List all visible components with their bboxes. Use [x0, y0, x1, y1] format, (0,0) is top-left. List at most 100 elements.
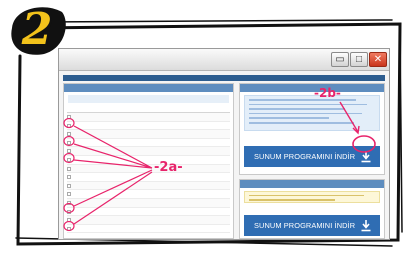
row-checkbox[interactable] [67, 147, 75, 155]
row-title [85, 113, 176, 121]
presentation-list-panel [63, 83, 234, 239]
row-number [75, 225, 85, 233]
row-number [75, 122, 85, 130]
row-title [85, 139, 176, 147]
row-title [85, 216, 176, 224]
table-row[interactable] [67, 122, 230, 131]
row-download-link[interactable] [212, 139, 230, 147]
row-checkbox[interactable] [67, 190, 75, 198]
annotation-2b: -2b- [314, 86, 341, 100]
annotation-2a: -2a- [154, 160, 183, 175]
row-type [176, 147, 212, 155]
panel-header [64, 84, 233, 92]
maximize-icon[interactable]: □ [350, 52, 368, 67]
row-download-link[interactable] [212, 113, 230, 121]
row-checkbox[interactable] [67, 182, 75, 190]
download-button-label: SUNUM PROGRAMINI İNDİR [254, 221, 356, 230]
download-arrow-icon [361, 220, 371, 232]
window-title-bar: ▭ □ ✕ [59, 49, 389, 71]
row-type [176, 130, 212, 138]
row-title [85, 147, 176, 155]
row-checkbox[interactable] [67, 165, 75, 173]
table-row[interactable] [67, 130, 230, 139]
row-download-link[interactable] [212, 156, 230, 164]
row-checkbox[interactable] [67, 173, 75, 181]
row-checkbox[interactable] [67, 156, 75, 164]
row-download-link[interactable] [212, 216, 230, 224]
row-type [176, 113, 212, 121]
row-title [85, 122, 176, 130]
row-title [85, 182, 176, 190]
notice-box [244, 191, 380, 203]
row-number [75, 182, 85, 190]
row-number [75, 165, 85, 173]
row-checkbox[interactable] [67, 122, 75, 130]
row-number [75, 190, 85, 198]
row-checkbox[interactable] [67, 130, 75, 138]
program-download-panel-2: SUNUM PROGRAMINI İNDİR [239, 179, 385, 239]
panel-filter-bar [68, 95, 229, 103]
download-arrow-icon [361, 151, 371, 163]
minimize-icon[interactable]: ▭ [331, 52, 349, 67]
row-download-link[interactable] [212, 130, 230, 138]
row-checkbox[interactable] [67, 208, 75, 216]
row-download-link[interactable] [212, 199, 230, 207]
table-row[interactable] [67, 225, 230, 234]
row-checkbox[interactable] [67, 216, 75, 224]
table-row[interactable] [67, 147, 230, 156]
table-row[interactable] [67, 113, 230, 122]
row-download-link[interactable] [212, 190, 230, 198]
table-header [67, 106, 230, 113]
row-type [176, 182, 212, 190]
row-checkbox[interactable] [67, 225, 75, 233]
row-download-link[interactable] [212, 225, 230, 233]
row-number [75, 208, 85, 216]
row-number [75, 199, 85, 207]
program-download-panel: SUNUM PROGRAMINI İNDİR [239, 83, 385, 175]
row-title [85, 199, 176, 207]
table-row[interactable] [67, 198, 230, 208]
download-program-button[interactable]: SUNUM PROGRAMINI İNDİR [244, 146, 380, 167]
row-checkbox[interactable] [67, 199, 75, 207]
table-row[interactable] [67, 139, 230, 148]
info-box [244, 95, 380, 131]
row-title [85, 190, 176, 198]
table-row[interactable] [67, 190, 230, 199]
row-title [85, 130, 176, 138]
close-icon[interactable]: ✕ [369, 52, 387, 67]
row-download-link[interactable] [212, 165, 230, 173]
row-checkbox[interactable] [67, 139, 75, 147]
table-body [67, 113, 230, 234]
panel-header [240, 84, 384, 92]
row-type [176, 122, 212, 130]
download-button-label: SUNUM PROGRAMINI İNDİR [254, 152, 356, 161]
row-number [75, 139, 85, 147]
table-row[interactable] [67, 173, 230, 182]
row-number [75, 130, 85, 138]
browser-window: ▭ □ ✕ SUNUM PROGRAMINI İNDİR SUNUM PROGR… [58, 48, 390, 240]
download-program-button-2[interactable]: SUNUM PROGRAMINI İNDİR [244, 215, 380, 236]
table-row[interactable] [67, 181, 230, 191]
row-type [176, 225, 212, 233]
row-number [75, 113, 85, 121]
row-type [176, 139, 212, 147]
table-row[interactable] [67, 164, 230, 174]
row-download-link[interactable] [212, 182, 230, 190]
table-row[interactable] [67, 208, 230, 217]
row-checkbox[interactable] [67, 113, 75, 121]
row-number [75, 147, 85, 155]
row-download-link[interactable] [212, 208, 230, 216]
row-download-link[interactable] [212, 147, 230, 155]
row-type [176, 208, 212, 216]
table-row[interactable] [67, 216, 230, 225]
row-type [176, 190, 212, 198]
row-number [75, 173, 85, 181]
row-download-link[interactable] [212, 122, 230, 130]
row-download-link[interactable] [212, 173, 230, 181]
row-title [85, 208, 176, 216]
row-number [75, 156, 85, 164]
row-number [75, 216, 85, 224]
row-type [176, 199, 212, 207]
table-row[interactable] [67, 156, 230, 165]
panel-header [240, 180, 384, 188]
